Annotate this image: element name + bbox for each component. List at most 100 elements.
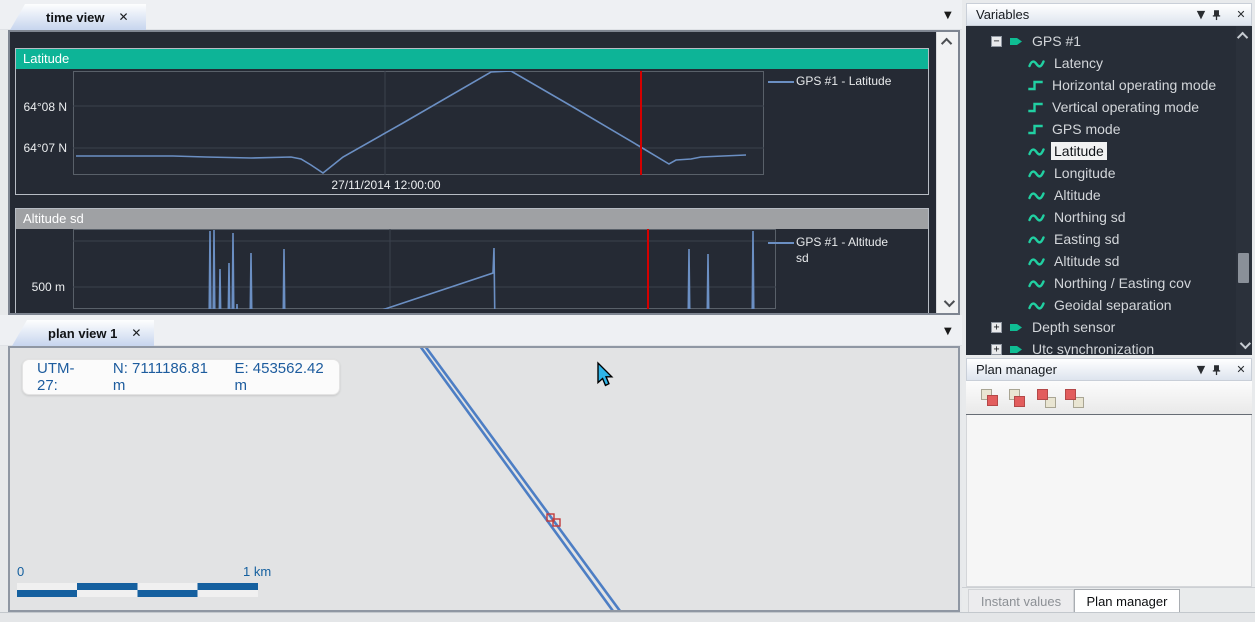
tab-time-view[interactable]: time view ✕ — [10, 4, 146, 30]
time-view-tablist-dropdown-icon[interactable]: ▼ — [944, 10, 952, 21]
wave-signal-icon — [1028, 167, 1045, 180]
plan-copy-icon[interactable] — [980, 388, 1002, 410]
status-strip — [0, 612, 1255, 622]
variables-dropdown-icon[interactable]: ▼ — [1191, 8, 1211, 21]
variable-item-vertical-operating-mode[interactable]: Vertical operating mode — [1028, 96, 1202, 118]
altitude-sd-chart-section[interactable]: Altitude sd 500 m GPS #1 - Altitude sd — [15, 208, 929, 315]
plan-paste-icon[interactable] — [1008, 388, 1030, 410]
plan-manager-dropdown-icon[interactable]: ▼ — [1191, 363, 1211, 376]
variables-scrollbar[interactable] — [1236, 26, 1252, 355]
wave-signal-icon — [1028, 145, 1045, 158]
coordinate-readout: UTM-27: N: 7111186.81 m E: 453562.42 m — [22, 359, 340, 395]
latitude-xtick: 27/11/2014 12:00:00 — [316, 178, 456, 192]
altitude-sd-legend-1: GPS #1 - Altitude — [796, 235, 888, 249]
altitude-sd-chart-header: Altitude sd — [16, 209, 928, 229]
coordinate-northing: N: 7111186.81 m — [113, 360, 209, 394]
variable-item-gps-mode[interactable]: GPS mode — [1028, 118, 1123, 140]
variables-tree[interactable]: −GPS #1LatencyHorizontal operating modeV… — [966, 26, 1252, 355]
latitude-plot[interactable] — [73, 71, 764, 175]
coordinate-datum: UTM-27: — [37, 360, 87, 394]
application-window: time view ✕ ▼ Latitude 64°08 N 64°07 N 2… — [0, 0, 1255, 622]
variable-item-latitude[interactable]: Latitude — [1028, 140, 1107, 162]
tab-time-view-close-icon[interactable]: ✕ — [119, 10, 129, 24]
variable-item-depth-sensor[interactable]: +Depth sensor — [991, 316, 1118, 338]
plan-delete-icon[interactable] — [1064, 388, 1086, 410]
variable-item-longitude[interactable]: Longitude — [1028, 162, 1119, 184]
scale-bar-top — [17, 583, 258, 590]
track-line — [420, 348, 613, 610]
time-view-tabstrip: time view ✕ ▼ — [0, 0, 962, 30]
latitude-legend: GPS #1 - Latitude — [796, 74, 891, 88]
device-arrow-icon — [1009, 321, 1023, 334]
step-signal-icon — [1028, 101, 1043, 114]
latitude-legend-line-icon — [768, 81, 794, 83]
variable-item-altitude-sd[interactable]: Altitude sd — [1028, 250, 1122, 272]
mouse-cursor-icon — [598, 363, 612, 385]
expand-box-icon[interactable]: + — [991, 322, 1002, 333]
altitude-sd-plot[interactable] — [73, 229, 776, 309]
altitude-sd-legend-line-icon — [768, 242, 794, 244]
plan-manager-title: Plan manager — [976, 362, 1057, 377]
wave-signal-icon — [1028, 233, 1045, 246]
wave-signal-icon — [1028, 277, 1045, 290]
variable-item-geoidal-separation[interactable]: Geoidal separation — [1028, 294, 1175, 316]
altitude-sd-ytick: 500 m — [16, 280, 65, 294]
tab-instant-values[interactable]: Instant values — [968, 589, 1074, 613]
plan-manager-content[interactable] — [966, 415, 1252, 587]
variable-item-altitude[interactable]: Altitude — [1028, 184, 1104, 206]
tab-time-view-label: time view — [46, 10, 105, 25]
tab-plan-view-close-icon[interactable]: ✕ — [131, 326, 141, 340]
collapse-box-icon[interactable]: − — [991, 36, 1002, 47]
variable-item-easting-sd[interactable]: Easting sd — [1028, 228, 1122, 250]
altitude-sd-legend-2: sd — [796, 251, 809, 265]
time-view-panel: Latitude 64°08 N 64°07 N 27/11/2014 12:0… — [8, 30, 960, 315]
wave-signal-icon — [1028, 299, 1045, 312]
variable-item-northing-easting-cov[interactable]: Northing / Easting cov — [1028, 272, 1194, 294]
variables-scroll-down-icon[interactable] — [1236, 337, 1252, 353]
variable-item-gps-1[interactable]: −GPS #1 — [991, 30, 1084, 52]
latitude-ytick-top: 64°08 N — [21, 100, 67, 114]
time-view-scroll-up-icon[interactable] — [937, 34, 958, 50]
latitude-ytick-bottom: 64°07 N — [21, 141, 67, 155]
plan-manager-close-icon[interactable]: ✕ — [1231, 363, 1251, 376]
scale-bar-bottom — [17, 590, 258, 597]
plan-manager-header: Plan manager ▼ ✕ — [966, 358, 1252, 381]
coordinate-easting: E: 453562.42 m — [234, 360, 325, 394]
variable-item-horizontal-operating-mode[interactable]: Horizontal operating mode — [1028, 74, 1219, 96]
scale-end-label: 1 km — [243, 564, 271, 579]
variable-item-latency[interactable]: Latency — [1028, 52, 1106, 74]
tab-plan-view[interactable]: plan view 1 ✕ — [12, 320, 154, 346]
variables-close-icon[interactable]: ✕ — [1231, 8, 1251, 21]
tab-plan-manager[interactable]: Plan manager — [1074, 589, 1180, 613]
step-signal-icon — [1028, 79, 1043, 92]
latitude-chart-header: Latitude — [16, 49, 928, 69]
wave-signal-icon — [1028, 211, 1045, 224]
device-arrow-icon — [1009, 343, 1023, 356]
device-arrow-icon — [1009, 35, 1023, 48]
tab-plan-view-label: plan view 1 — [48, 326, 117, 341]
time-view-scrollbar[interactable] — [936, 32, 958, 313]
track-line — [425, 348, 620, 610]
plan-new-icon[interactable] — [1036, 388, 1058, 410]
variables-header: Variables ▼ ✕ — [966, 3, 1252, 26]
time-view-scroll-down-icon[interactable] — [937, 295, 958, 311]
variables-scroll-up-icon[interactable] — [1236, 28, 1252, 44]
latitude-chart-section[interactable]: Latitude 64°08 N 64°07 N 27/11/2014 12:0… — [15, 48, 929, 195]
dock-tabbar: Instant values Plan manager — [962, 587, 1255, 612]
plan-manager-toolbar — [966, 381, 1252, 415]
variables-scroll-thumb[interactable] — [1238, 253, 1249, 283]
expand-box-icon[interactable]: + — [991, 344, 1002, 355]
variables-title: Variables — [976, 7, 1029, 22]
plan-manager-pin-icon[interactable] — [1211, 364, 1231, 376]
wave-signal-icon — [1028, 57, 1045, 70]
variable-item-utc-synchronization[interactable]: +Utc synchronization — [991, 338, 1157, 355]
plan-view-map[interactable]: UTM-27: N: 7111186.81 m E: 453562.42 m 0… — [8, 346, 960, 612]
variable-item-northing-sd[interactable]: Northing sd — [1028, 206, 1129, 228]
step-signal-icon — [1028, 123, 1043, 136]
wave-signal-icon — [1028, 189, 1045, 202]
wave-signal-icon — [1028, 255, 1045, 268]
variables-pin-icon[interactable] — [1211, 9, 1231, 21]
plan-view-tablist-dropdown-icon[interactable]: ▼ — [944, 326, 952, 337]
plan-view-tabstrip: plan view 1 ✕ ▼ — [0, 315, 962, 346]
scale-start-label: 0 — [17, 564, 24, 579]
